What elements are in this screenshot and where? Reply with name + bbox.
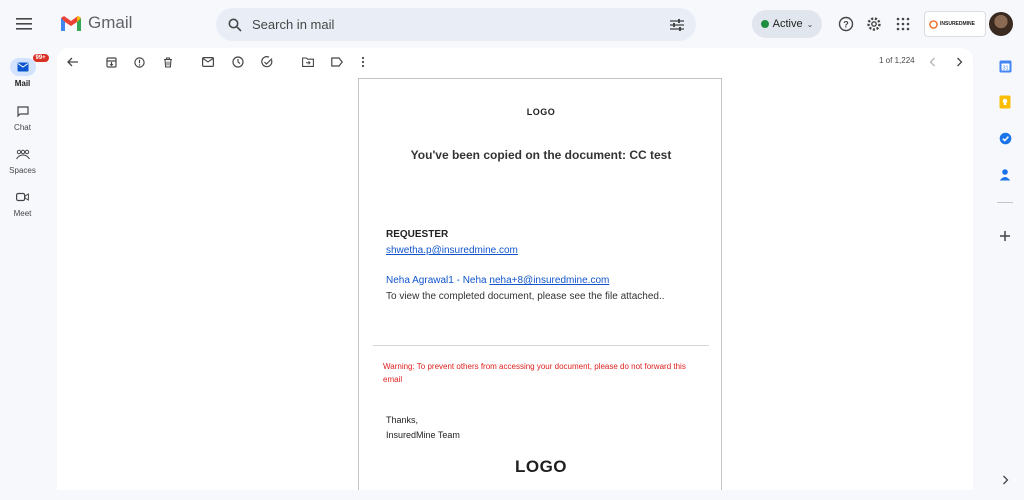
status-label: Active <box>772 18 803 30</box>
help-icon[interactable]: ? <box>836 14 856 34</box>
rail-divider <box>997 202 1013 203</box>
pager-count: 1 of 1,224 <box>879 56 915 65</box>
contacts-icon[interactable] <box>997 166 1013 182</box>
nav-label-meet: Meet <box>13 209 32 218</box>
brand-name: INSUREDMINE <box>940 21 976 27</box>
nav-label-mail: Mail <box>14 79 31 88</box>
requester-email-link[interactable]: shwetha.p@insuredmine.com <box>386 245 518 256</box>
expand-panel-chevron-icon[interactable] <box>997 472 1013 488</box>
gmail-m-icon <box>61 15 81 31</box>
nav-label-spaces: Spaces <box>9 166 36 175</box>
nav-item-spaces[interactable]: Spaces <box>0 145 45 175</box>
search-icon[interactable] <box>228 18 242 32</box>
chevron-left-icon[interactable] <box>924 54 940 70</box>
delete-trash-icon[interactable] <box>160 54 176 70</box>
email-logo-bottom: LOGO <box>514 457 568 476</box>
status-dropdown[interactable]: Active ⌄ <box>752 10 822 38</box>
email-title: You've been copied on the document: CC t… <box>410 148 672 162</box>
video-camera-icon <box>10 188 36 206</box>
gmail-logo[interactable]: Gmail <box>60 13 132 33</box>
insuredmine-logo-icon <box>929 19 938 29</box>
email-logo-top: LOGO <box>526 107 556 117</box>
account-brand-logo[interactable]: INSUREDMINE <box>924 11 986 37</box>
more-options-icon[interactable] <box>355 54 371 70</box>
calendar-icon[interactable]: 31 <box>997 58 1013 74</box>
search-input[interactable]: Search in mail <box>252 17 670 32</box>
top-bar: Gmail Search in mail Active ⌄ ? INSUREDM… <box>0 0 1024 48</box>
signoff: Thanks, InsuredMine Team <box>386 413 460 443</box>
tasks-icon[interactable] <box>997 130 1013 146</box>
warning-text: Warning: To prevent others from accessin… <box>383 362 686 384</box>
main-menu-icon[interactable] <box>12 12 36 36</box>
signer-email-link[interactable]: neha+8@insuredmine.com <box>489 275 609 286</box>
message-toolbar: 1 of 1,224 <box>57 48 973 76</box>
app-name: Gmail <box>88 13 133 32</box>
message-view: 1 of 1,224 LOGO You've been copied on th… <box>57 48 973 490</box>
unread-badge: 99+ <box>32 54 49 62</box>
nav-label-chat: Chat <box>14 123 31 132</box>
search-options-icon[interactable] <box>670 18 684 31</box>
mail-icon: 99+ <box>9 54 49 76</box>
team-name: InsuredMine Team <box>386 430 460 440</box>
chat-icon <box>10 102 36 120</box>
side-panel-rail: 31 <box>985 48 1024 500</box>
requester-heading: REQUESTER <box>386 229 449 240</box>
nav-item-meet[interactable]: Meet <box>0 188 45 218</box>
left-navigation: 99+ Mail Chat Spaces Meet <box>0 48 49 500</box>
add-plus-icon[interactable] <box>997 228 1013 244</box>
search-bar[interactable]: Search in mail <box>216 8 696 41</box>
add-to-tasks-icon[interactable] <box>259 54 275 70</box>
back-arrow-icon[interactable] <box>65 54 81 70</box>
view-document-text: To view the completed document, please s… <box>386 291 665 302</box>
settings-gear-icon[interactable] <box>864 14 884 34</box>
snooze-clock-icon[interactable] <box>230 54 246 70</box>
move-to-folder-icon[interactable] <box>300 54 316 70</box>
apps-grid-icon[interactable] <box>893 14 913 34</box>
label-tag-icon[interactable] <box>329 54 345 70</box>
archive-icon[interactable] <box>103 54 119 70</box>
mark-unread-icon[interactable] <box>200 54 216 70</box>
signer-name: Neha Agrawal1 - Neha <box>386 275 487 286</box>
avatar[interactable] <box>989 12 1013 36</box>
keep-notes-icon[interactable] <box>997 94 1013 110</box>
thanks-text: Thanks, <box>386 415 419 425</box>
email-body: LOGO You've been copied on the document:… <box>358 78 722 490</box>
spaces-icon <box>10 145 36 163</box>
chevron-down-icon: ⌄ <box>806 19 814 29</box>
signer-line: Neha Agrawal1 - Neha neha+8@insuredmine.… <box>386 275 609 286</box>
nav-item-chat[interactable]: Chat <box>0 102 45 132</box>
divider <box>373 345 709 346</box>
report-spam-icon[interactable] <box>131 54 147 70</box>
nav-item-mail[interactable]: 99+ Mail <box>0 54 49 88</box>
svg-text:31: 31 <box>1002 65 1008 71</box>
svg-text:?: ? <box>843 20 849 30</box>
chevron-right-icon[interactable] <box>951 54 967 70</box>
active-status-dot <box>760 20 769 28</box>
